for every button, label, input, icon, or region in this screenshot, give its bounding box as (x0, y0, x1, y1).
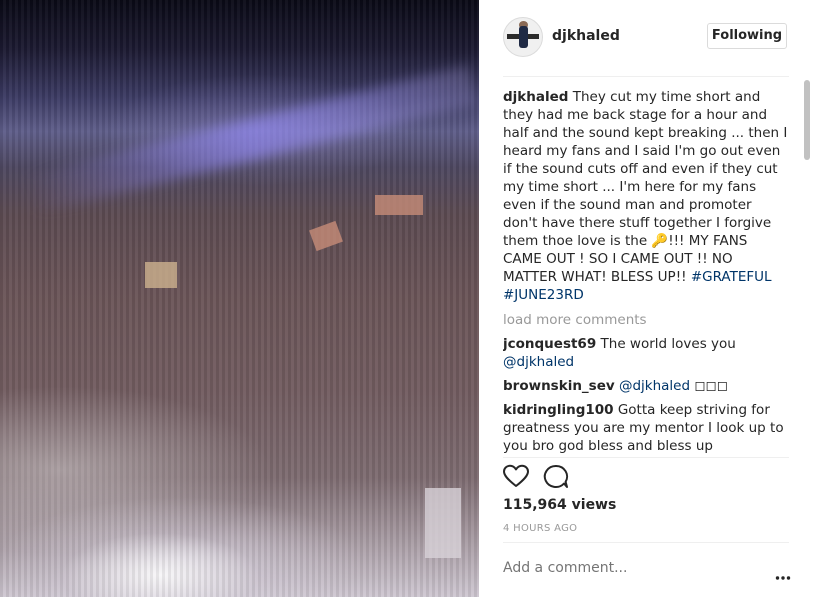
post-video[interactable] (0, 0, 479, 597)
header-divider (503, 76, 789, 77)
comments-list[interactable]: djkhaled They cut my time short and they… (503, 88, 789, 455)
comment-text: The world loves you (596, 336, 736, 352)
more-options-icon[interactable] (775, 566, 791, 580)
view-count[interactable]: 115,964 views (503, 497, 616, 513)
comment-bubble-icon[interactable] (543, 464, 569, 490)
post-timestamp[interactable]: 4 HOURS AGO (503, 523, 577, 534)
crowd-sign (375, 195, 423, 215)
crowd-sign (425, 488, 461, 558)
following-button[interactable]: Following (707, 23, 787, 49)
heart-icon[interactable] (503, 464, 529, 490)
avatar[interactable] (503, 17, 543, 57)
comments-scrollbar[interactable] (803, 78, 811, 458)
comment-item: kidringling100 Gotta keep striving for g… (503, 401, 789, 455)
caption-username[interactable]: djkhaled (503, 89, 568, 105)
post-header: djkhaled Following (479, 0, 813, 76)
add-comment-input[interactable] (503, 560, 753, 576)
hashtag-june23rd[interactable]: #JUNE23RD (503, 287, 584, 303)
comment-box-divider (503, 542, 789, 543)
comment-username[interactable]: kidringling100 (503, 402, 614, 418)
comment-mention[interactable]: @djkhaled (503, 354, 574, 370)
key-emoji: 🔑 (651, 233, 669, 249)
post-caption: djkhaled They cut my time short and they… (503, 88, 789, 304)
post-username[interactable]: djkhaled (552, 28, 620, 44)
comment-item: jconquest69 The world loves you @djkhale… (503, 335, 789, 371)
post-dialog: djkhaled Following djkhaled They cut my … (0, 0, 813, 597)
hashtag-grateful[interactable]: #GRATEFUL (691, 269, 772, 285)
load-more-comments-link[interactable]: load more comments (503, 311, 789, 329)
avatar-figure (519, 26, 528, 48)
comment-mention[interactable]: @djkhaled (619, 378, 690, 394)
comment-item: brownskin_sev @djkhaled ◻◻◻ (503, 377, 789, 395)
caption-text: They cut my time short and they had me b… (503, 89, 788, 249)
comment-username[interactable]: jconquest69 (503, 336, 596, 352)
scrollbar-thumb[interactable] (804, 80, 810, 160)
crowd-sign (145, 262, 177, 288)
post-details-panel: djkhaled Following djkhaled They cut my … (479, 0, 813, 597)
comment-text: ◻◻◻ (690, 378, 728, 394)
comment-username[interactable]: brownskin_sev (503, 378, 615, 394)
actions-divider (503, 457, 789, 458)
